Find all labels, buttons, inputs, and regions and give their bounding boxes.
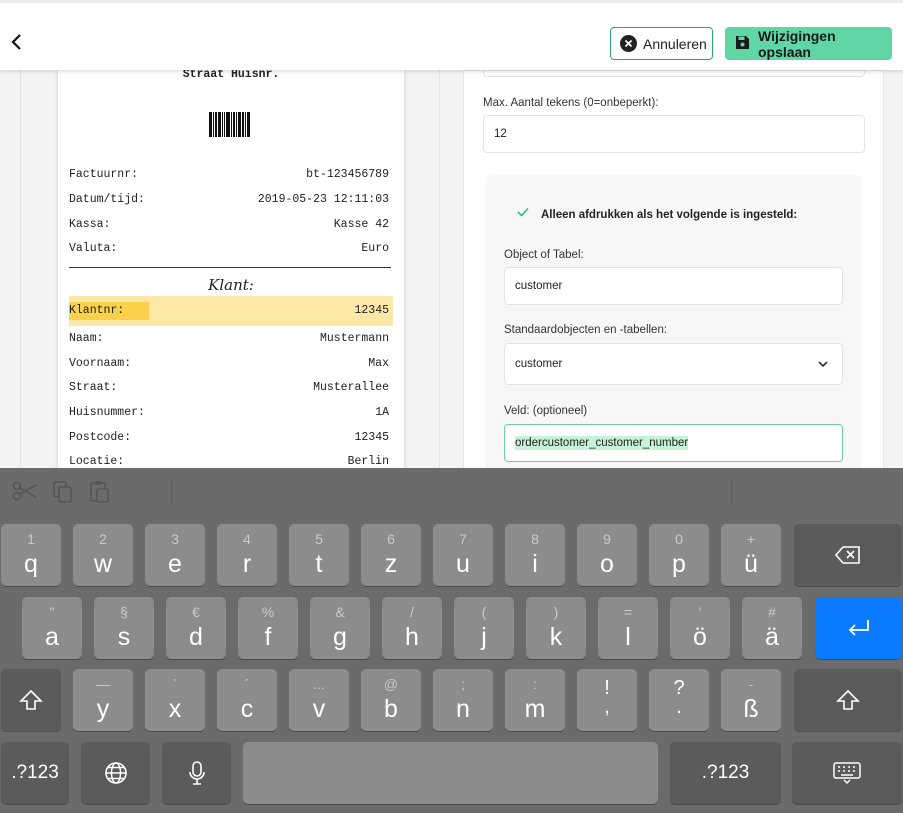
key-exclaim-comma[interactable]: !, (577, 669, 637, 731)
key-v[interactable]: ... v (289, 669, 349, 731)
condition-title: Alleen afdrukken als het volgende is ing… (541, 209, 798, 221)
key-t[interactable]: 5t (289, 524, 349, 586)
key-u[interactable]: 7u (433, 524, 493, 586)
key-e[interactable]: 3e (145, 524, 205, 586)
object-label: Object of Tabel: (504, 249, 584, 261)
save-label: Wijzigingen opslaan (758, 27, 836, 60)
numbers-key-left[interactable]: .?123 (1, 742, 69, 804)
key-s[interactable]: § s (94, 597, 154, 659)
key-f[interactable]: % f (238, 597, 298, 659)
settings-form: Max. Aantal tekens (0=onbeperkt): 12 All… (463, 61, 884, 475)
back-button[interactable] (6, 31, 28, 53)
key-j[interactable]: (j (454, 597, 514, 659)
hide-keyboard-key[interactable] (792, 742, 902, 804)
key-x[interactable]: ` x (145, 669, 205, 731)
shift-key-left[interactable] (1, 669, 61, 731)
key-r[interactable]: 4r (217, 524, 277, 586)
key-l[interactable]: = l (598, 597, 658, 659)
key-n[interactable]: ; n (433, 669, 493, 731)
return-key[interactable] (815, 597, 902, 659)
on-screen-keyboard: 1q 2w 3e 4r 5t 6z 7u 8i 9o 0p + ü " a § s €… (0, 468, 903, 813)
save-icon (735, 35, 750, 53)
receipt-row: Locatie: Berlin (69, 455, 389, 468)
condition-section: Alleen afdrukken als het volgende is ing… (486, 175, 862, 475)
space-key[interactable] (243, 742, 658, 804)
app: Annuleren Wijzigingen opslaan Straat Hui… (0, 0, 903, 813)
toolbar-divider (731, 478, 732, 504)
highlighted-label: Klantnr: (69, 302, 149, 320)
shift-icon (19, 689, 43, 710)
object-input[interactable]: customer (504, 267, 843, 305)
return-icon (848, 620, 869, 636)
key-k[interactable]: ) k (526, 597, 586, 659)
receipt-divider (69, 267, 391, 268)
field-input-selected-text: ordercustomer_customer_number (515, 436, 689, 450)
chevron-left-icon (11, 34, 21, 50)
receipt-row: Naam: Mustermann (69, 332, 389, 345)
standard-objects-label: Standaardobjecten en -tabellen: (504, 324, 668, 336)
key-o[interactable]: 9o (577, 524, 637, 586)
keyboard-hide-icon (833, 762, 861, 784)
receipt-row: Kassa: Kasse 42 (69, 218, 389, 231)
key-question-period[interactable]: ?. (649, 669, 709, 731)
cut-icon[interactable] (12, 480, 38, 507)
key-q[interactable]: 1q (1, 524, 61, 586)
backspace-key[interactable] (794, 524, 902, 586)
field-input[interactable]: ordercustomer_customer_number (504, 424, 843, 462)
close-circle-icon (620, 35, 637, 52)
microphone-key[interactable] (162, 742, 231, 804)
key-g[interactable]: & g (310, 597, 370, 659)
copy-icon[interactable] (52, 480, 74, 509)
receipt-row: Factuurnr: bt-123456789 (69, 168, 389, 181)
receipt-row: Huisnummer: 1A (69, 406, 389, 419)
key-h[interactable]: / h (382, 597, 442, 659)
top-bar: Annuleren Wijzigingen opslaan (0, 0, 903, 70)
check-icon (517, 207, 529, 217)
key-u-umlaut[interactable]: + ü (721, 524, 781, 586)
highlighted-value: 12345 (354, 304, 389, 317)
shift-key-right[interactable] (794, 669, 902, 731)
field-label: Veld: (optioneel) (504, 405, 588, 417)
key-o-umlaut[interactable]: ' ö (670, 597, 730, 659)
receipt-preview: Straat Huisnr. Factuurnr: bt-123456789 Da… (58, 68, 404, 470)
numbers-key-right[interactable]: .?123 (670, 742, 781, 804)
key-p[interactable]: 0p (649, 524, 709, 586)
receipt-row: Datum/tijd: 2019-05-23 12:11:03 (69, 193, 389, 206)
keyboard-shortcut-bar (0, 468, 903, 516)
cancel-label: Annuleren (643, 35, 707, 52)
condition-checkbox[interactable] (516, 205, 530, 219)
backspace-icon (835, 546, 860, 564)
receipt-row: Voornaam: Max (69, 357, 389, 370)
globe-icon (104, 762, 127, 784)
save-button[interactable]: Wijzigingen opslaan (725, 27, 892, 60)
key-a[interactable]: " a (22, 597, 82, 659)
paste-icon[interactable] (89, 480, 111, 509)
key-i[interactable]: 8i (505, 524, 565, 586)
key-b[interactable]: @ b (361, 669, 421, 731)
microphone-icon (188, 761, 205, 785)
key-d[interactable]: € d (166, 597, 226, 659)
toolbar-divider (171, 478, 172, 504)
key-eszett[interactable]: -ß (721, 669, 781, 731)
receipt-row: Straat: Musterallee (69, 381, 389, 394)
key-a-umlaut[interactable]: # ä (742, 597, 802, 659)
key-w[interactable]: 2w (73, 524, 133, 586)
chevron-down-icon (818, 361, 828, 368)
key-y[interactable]: — y (73, 669, 133, 731)
barcode-image (209, 112, 252, 137)
receipt-preview-panel: Straat Huisnr. Factuurnr: bt-123456789 Da… (20, 68, 440, 470)
globe-key[interactable] (81, 742, 150, 804)
key-m[interactable]: :m (505, 669, 565, 731)
receipt-row: Valuta: Euro (69, 242, 389, 255)
max-chars-input[interactable]: 12 (483, 115, 865, 153)
key-c[interactable]: ´ c (217, 669, 277, 731)
key-z[interactable]: 6z (361, 524, 421, 586)
cancel-button[interactable]: Annuleren (610, 27, 713, 60)
receipt-row: Postcode: 12345 (69, 431, 389, 444)
standard-objects-select[interactable]: customer (504, 343, 843, 385)
max-chars-label: Max. Aantal tekens (0=onbeperkt): (483, 97, 659, 109)
shift-icon (836, 689, 860, 710)
customer-heading: Klant: (208, 276, 254, 294)
